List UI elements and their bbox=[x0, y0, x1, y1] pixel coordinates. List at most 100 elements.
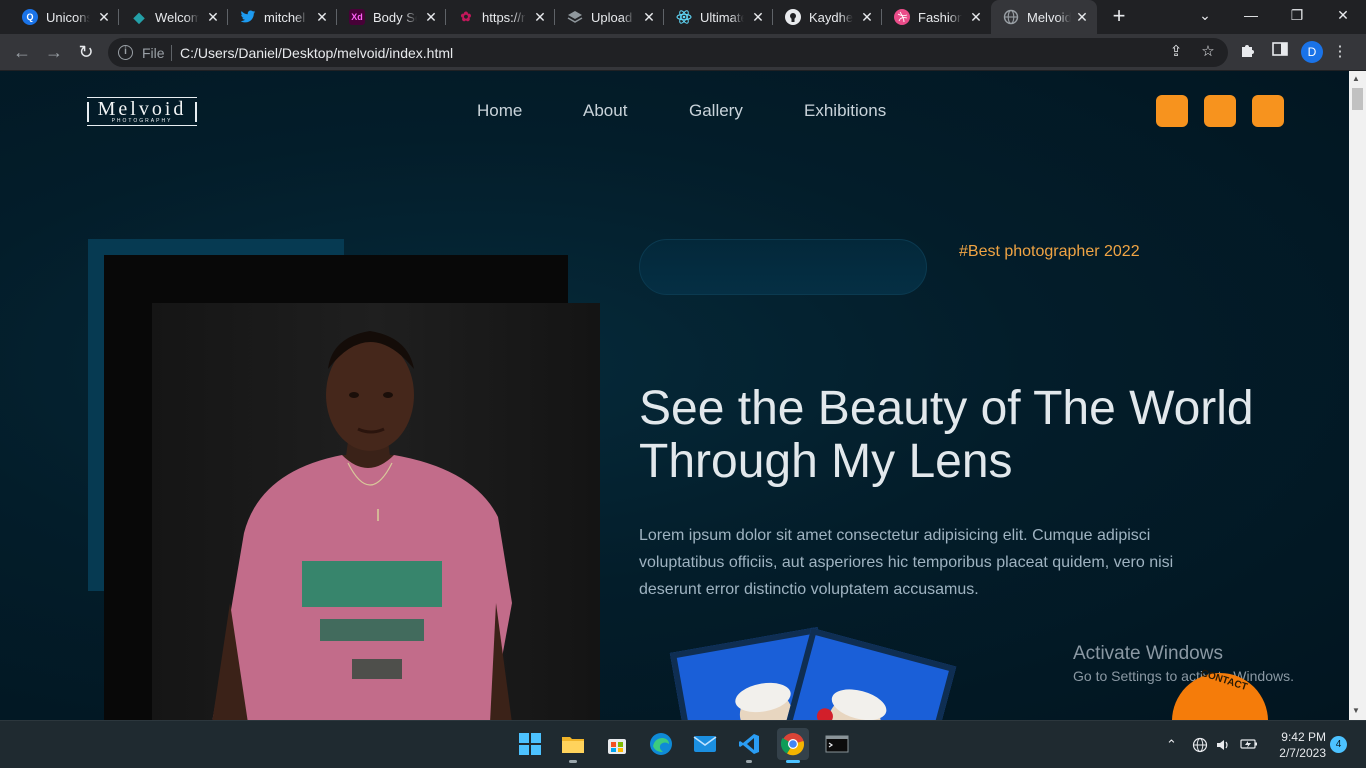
scroll-down-arrow-icon[interactable]: ▼ bbox=[1352, 706, 1360, 715]
scroll-up-arrow-icon[interactable]: ▲ bbox=[1352, 74, 1360, 83]
nav-link-home[interactable]: Home bbox=[477, 101, 522, 121]
microsoft-store-icon[interactable] bbox=[601, 728, 633, 760]
show-hidden-icons-chevron-icon[interactable]: ⌃ bbox=[1166, 737, 1177, 753]
close-window-button[interactable]: ✕ bbox=[1320, 0, 1366, 30]
volume-speaker-icon[interactable] bbox=[1215, 737, 1231, 756]
language-globe-icon[interactable] bbox=[1192, 737, 1208, 756]
browser-tab[interactable]: Q Unicons ✕ bbox=[10, 0, 119, 34]
logo-tagline: PHOTOGRAPHY bbox=[111, 117, 173, 124]
nav-link-gallery[interactable]: Gallery bbox=[689, 101, 743, 121]
scroll-thumb[interactable] bbox=[1352, 88, 1363, 110]
restore-button[interactable]: ❐ bbox=[1274, 0, 1320, 30]
close-tab-icon[interactable]: ✕ bbox=[315, 10, 329, 24]
tab-title: Welcome bbox=[155, 9, 199, 25]
page-scrollbar[interactable] bbox=[1349, 71, 1366, 720]
tab-search-icon[interactable]: ⌄ bbox=[1182, 0, 1228, 30]
adobe-xd-favicon-icon: Xd bbox=[349, 9, 365, 25]
close-tab-icon[interactable]: ✕ bbox=[424, 10, 438, 24]
hero-paragraph: Lorem ipsum dolor sit amet consectetur a… bbox=[639, 527, 1174, 598]
unicons-favicon-icon: Q bbox=[22, 9, 38, 25]
system-clock[interactable]: 9:42 PM 2/7/2023 bbox=[1270, 729, 1326, 761]
globe-favicon-icon bbox=[1003, 9, 1019, 25]
nav-link-exhibitions[interactable]: Exhibitions bbox=[804, 101, 886, 121]
browser-tab-active[interactable]: Melvoid ✕ bbox=[991, 0, 1097, 34]
browser-tab[interactable]: Xd Body Se ✕ bbox=[337, 0, 446, 34]
close-tab-icon[interactable]: ✕ bbox=[969, 10, 983, 24]
logo-name: Melvoid bbox=[97, 97, 187, 120]
extensions-puzzle-icon[interactable] bbox=[1238, 42, 1258, 62]
nav-link-about[interactable]: About bbox=[583, 101, 627, 121]
windows-activation-watermark: Activate Windows Go to Settings to activ… bbox=[1073, 643, 1294, 684]
tab-title: Kaydhee bbox=[809, 9, 853, 25]
diamond-favicon-icon: ◆ bbox=[133, 8, 145, 25]
twitter-favicon-icon bbox=[240, 9, 256, 25]
address-bar[interactable]: i File C:/Users/Daniel/Desktop/melvoid/i… bbox=[108, 38, 1228, 67]
mail-icon[interactable] bbox=[689, 728, 721, 760]
github-favicon-icon bbox=[785, 9, 801, 25]
stack-favicon-icon bbox=[567, 9, 583, 25]
edge-browser-icon[interactable] bbox=[645, 728, 677, 760]
tab-title: mitchel bbox=[264, 9, 306, 25]
chrome-icon[interactable] bbox=[777, 728, 809, 760]
browser-tabstrip: Q Unicons ✕ ◆ Welcome ✕ mitchel ✕ Xd Bod… bbox=[0, 0, 1366, 34]
browser-tab[interactable]: mitchel ✕ bbox=[228, 0, 337, 34]
award-tag: #Best photographer 2022 bbox=[959, 243, 1140, 260]
url-text[interactable]: C:/Users/Daniel/Desktop/melvoid/index.ht… bbox=[180, 45, 453, 61]
hero-pill-decoration bbox=[639, 239, 927, 295]
profile-avatar[interactable]: D bbox=[1301, 41, 1323, 63]
windows-taskbar bbox=[0, 720, 1366, 768]
windows-start-icon[interactable] bbox=[514, 728, 546, 760]
new-tab-button[interactable]: + bbox=[1109, 5, 1129, 27]
vscode-icon[interactable] bbox=[733, 728, 765, 760]
react-favicon-icon bbox=[676, 9, 692, 25]
close-tab-icon[interactable]: ✕ bbox=[751, 10, 765, 24]
scheme-label: File bbox=[142, 45, 165, 61]
social-button[interactable] bbox=[1204, 95, 1236, 127]
battery-icon[interactable] bbox=[1240, 737, 1258, 754]
close-tab-icon[interactable]: ✕ bbox=[860, 10, 874, 24]
tab-title: Ultimate bbox=[700, 9, 744, 25]
social-button[interactable] bbox=[1156, 95, 1188, 127]
more-menu-icon[interactable]: ⋮ bbox=[1330, 42, 1350, 62]
flower-favicon-icon: ✿ bbox=[460, 9, 472, 24]
close-tab-icon[interactable]: ✕ bbox=[97, 10, 111, 24]
social-button[interactable] bbox=[1252, 95, 1284, 127]
browser-tab[interactable]: Ultimate ✕ bbox=[664, 0, 773, 34]
info-icon[interactable]: i bbox=[118, 45, 133, 60]
close-tab-icon[interactable]: ✕ bbox=[642, 10, 656, 24]
tab-title: Unicons bbox=[46, 9, 90, 25]
page-viewport: Melvoid PHOTOGRAPHY Home About Gallery E… bbox=[0, 71, 1349, 720]
bookmark-star-icon[interactable]: ☆ bbox=[1198, 42, 1218, 62]
share-icon[interactable]: ⇪ bbox=[1166, 42, 1186, 62]
close-tab-icon[interactable]: ✕ bbox=[206, 10, 220, 24]
minimize-button[interactable]: — bbox=[1228, 0, 1274, 30]
close-tab-icon[interactable]: ✕ bbox=[1075, 10, 1089, 24]
forward-arrow-icon[interactable]: → bbox=[42, 41, 66, 65]
tab-title: Fashion bbox=[918, 9, 962, 25]
side-panel-icon[interactable] bbox=[1270, 42, 1290, 62]
running-indicator bbox=[746, 760, 752, 763]
active-indicator bbox=[786, 760, 800, 763]
running-indicator bbox=[569, 760, 577, 763]
headline-line: Through My Lens bbox=[639, 435, 1013, 488]
browser-toolbar: ← → ↻ i File C:/Users/Daniel/Desktop/mel… bbox=[0, 34, 1366, 71]
dribbble-favicon-icon bbox=[894, 9, 910, 25]
browser-tab[interactable]: ◆ Welcome ✕ bbox=[119, 0, 228, 34]
file-explorer-icon[interactable] bbox=[557, 728, 589, 760]
clock-time: 9:42 PM bbox=[1281, 730, 1326, 744]
browser-tab[interactable]: ✿ https://r ✕ bbox=[446, 0, 555, 34]
tab-title: Upload bbox=[591, 9, 633, 25]
browser-tab[interactable]: Kaydhee ✕ bbox=[773, 0, 882, 34]
back-arrow-icon[interactable]: ← bbox=[10, 41, 34, 65]
clock-date: 2/7/2023 bbox=[1279, 746, 1326, 760]
site-logo[interactable]: Melvoid PHOTOGRAPHY bbox=[87, 97, 197, 126]
notification-count-badge[interactable]: 4 bbox=[1330, 736, 1347, 753]
hero-headline: See the Beauty of The World Through My L… bbox=[639, 382, 1319, 488]
address-divider bbox=[171, 45, 172, 61]
close-tab-icon[interactable]: ✕ bbox=[533, 10, 547, 24]
watermark-title: Activate Windows bbox=[1073, 643, 1223, 664]
browser-tab[interactable]: Fashion ✕ bbox=[882, 0, 991, 34]
terminal-icon[interactable] bbox=[821, 728, 853, 760]
browser-tab[interactable]: Upload ✕ bbox=[555, 0, 664, 34]
reload-icon[interactable]: ↻ bbox=[74, 41, 98, 65]
